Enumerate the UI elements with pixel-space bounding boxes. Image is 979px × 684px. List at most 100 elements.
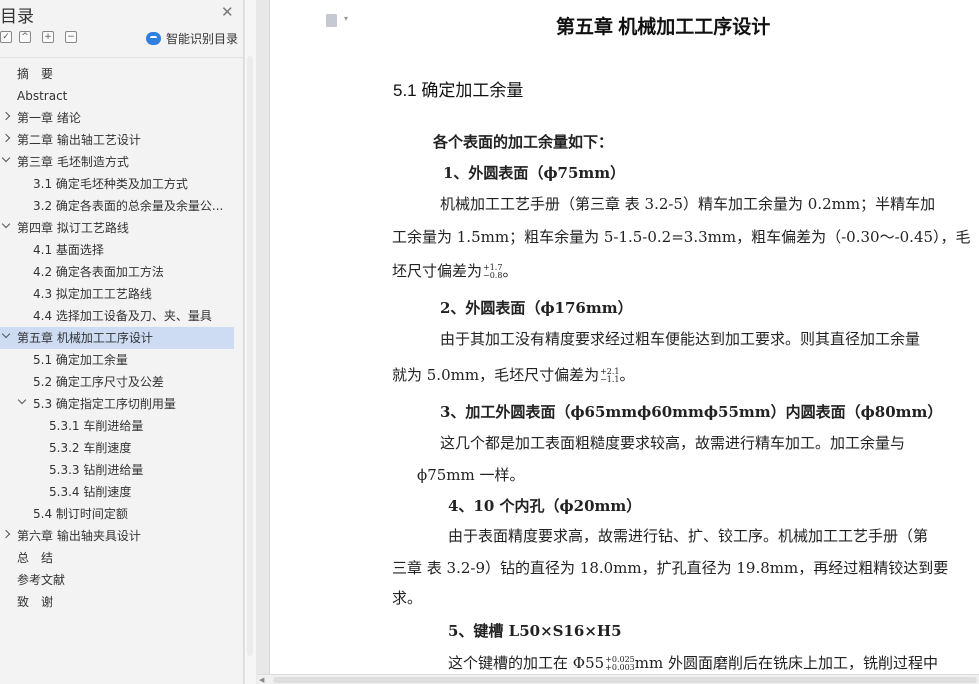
smart-toc-label: 智能识别目录 <box>166 32 239 46</box>
toc-item[interactable]: 5.3.1 车削进给量 <box>0 415 234 437</box>
intro-text: 各个表面的加工余量如下： <box>433 133 614 151</box>
document-area: ▾ 第五章 机械加工工序设计 5.1 确定加工余量 各个表面的加工余量如下： 1… <box>257 0 979 676</box>
tolerance: +2.1 −1.1 <box>600 368 619 384</box>
chevron-right-icon[interactable] <box>1 529 11 539</box>
toc-item[interactable]: 第二章 输出轴工艺设计 <box>0 129 234 151</box>
toc-item[interactable]: 第一章 绪论 <box>0 107 234 129</box>
chevron-down-icon[interactable] <box>1 153 11 163</box>
paragraph-line: 三章 表 3.2-9）钻的直径为 18.0mm，扩孔直径为 19.8mm，再经过… <box>392 559 949 577</box>
toc-item[interactable]: 第三章 毛坯制造方式 <box>0 151 234 173</box>
toc-item[interactable]: 第六章 输出轴夹具设计 <box>0 525 234 547</box>
tolerance: +0.025 +0.003 <box>605 656 635 672</box>
toc-item[interactable]: 5.3.4 钻削速度 <box>0 481 234 503</box>
cloud-icon <box>146 32 161 45</box>
toc-item[interactable]: 致 谢 <box>0 591 234 613</box>
paragraph-line: 工余量为 1.5mm；粗车余量为 5-1.5-0.2=3.3mm，粗车偏差为（-… <box>392 228 971 246</box>
chevron-down-icon[interactable] <box>1 219 11 229</box>
toc-item[interactable]: 5.3.3 钻削进给量 <box>0 459 234 481</box>
paragraph-text: 。 <box>502 262 518 280</box>
toc-item-label: 5.3.2 车削速度 <box>49 441 132 455</box>
toc-item[interactable]: 4.3 拟定加工工艺路线 <box>0 283 234 305</box>
heading-1: 1、外圆表面（ϕ75mm） <box>443 164 626 182</box>
toc-item-label: 第一章 绪论 <box>17 111 81 125</box>
paragraph-text: 就为 5.0mm，毛坯尺寸偏差为 <box>392 366 600 384</box>
toc-item[interactable]: 4.1 基面选择 <box>0 239 234 261</box>
add-icon[interactable]: + <box>42 31 54 43</box>
tolerance-lower: −0.8 <box>483 271 503 280</box>
check-icon[interactable]: ✓ <box>0 31 12 43</box>
remove-icon[interactable]: − <box>65 31 77 43</box>
toc-item-label: 5.4 制订时间定额 <box>33 507 128 521</box>
paragraph-line: 就为 5.0mm，毛坯尺寸偏差为 +2.1 −1.1。 <box>392 364 635 385</box>
paragraph-text: 这个键槽的加工在 Φ55 <box>448 654 605 672</box>
chevron-down-icon[interactable] <box>1 329 11 339</box>
toc-item-label: 5.2 确定工序尺寸及公差 <box>33 375 164 389</box>
document-page[interactable]: ▾ 第五章 机械加工工序设计 5.1 确定加工余量 各个表面的加工余量如下： 1… <box>269 0 979 676</box>
paragraph-text: mm 外圆面磨削后在铣床上加工，铣削过程中 <box>634 654 938 672</box>
toc-item-label: 第二章 输出轴工艺设计 <box>17 133 141 147</box>
sidebar-scrollbar[interactable] <box>244 0 256 684</box>
toc-item-label: 5.3 确定指定工序切削用量 <box>33 397 176 411</box>
tolerance-lower: +0.003 <box>605 663 635 672</box>
toc-item[interactable]: 摘 要 <box>0 63 234 85</box>
toc-item-label: 3.2 确定各表面的总余量及余量公... <box>33 199 224 213</box>
sidebar-title: 目录 <box>0 7 34 27</box>
smart-toc-button[interactable]: 智能识别目录 <box>146 30 238 47</box>
document-icon[interactable] <box>326 14 337 27</box>
toc-item[interactable]: 4.4 选择加工设备及刀、夹、量具 <box>0 305 234 327</box>
heading-3: 3、加工外圆表面（ϕ65mmϕ60mmϕ55mm）内圆表面（ϕ80mm） <box>440 403 943 421</box>
scroll-left-icon[interactable]: ◀ <box>259 676 264 684</box>
toc-sidebar: 目录 ✕ ✓ ^ + − 智能识别目录 摘 要 Abstract 第一章 绪论第二章… <box>0 0 244 684</box>
toc-item-label: 4.2 确定各表面加工方法 <box>33 265 164 279</box>
paragraph-line: 求。 <box>392 589 423 607</box>
toc-item-label: 第五章 机械加工工序设计 <box>17 331 153 345</box>
toc-item-label: 5.3.3 钻削进给量 <box>49 463 144 477</box>
paragraph-line: ϕ75mm 一样。 <box>417 466 525 484</box>
toc-item[interactable]: 第五章 机械加工工序设计 <box>0 327 234 349</box>
toc-item-label: 5.1 确定加工余量 <box>33 353 128 367</box>
chevron-right-icon[interactable] <box>1 111 11 121</box>
toc-item-label: 5.3.4 钻削速度 <box>49 485 132 499</box>
heading-5: 5、键槽 L50×S16×H5 <box>448 622 622 640</box>
collapse-icon[interactable]: ^ <box>19 31 31 43</box>
chevron-down-icon[interactable] <box>17 395 27 405</box>
toc-item-label: 参考文献 <box>17 573 66 587</box>
paragraph-line: 由于其加工没有精度要求经过粗车便能达到加工要求。则其直径加工余量 <box>440 330 921 348</box>
heading-4: 4、10 个内孔（ϕ20mm） <box>448 497 642 515</box>
toc-item-label: 5.3.1 车削进给量 <box>49 419 144 433</box>
heading-2: 2、外圆表面（ϕ176mm） <box>440 299 633 317</box>
paragraph-text: 。 <box>619 366 635 384</box>
toc-item[interactable]: 3.1 确定毛坯种类及加工方式 <box>0 173 234 195</box>
toc-item-label: 第四章 拟订工艺路线 <box>17 221 129 235</box>
toc-item[interactable]: 参考文献 <box>0 569 234 591</box>
chevron-down-icon[interactable]: ▾ <box>344 14 348 23</box>
toc-item[interactable]: 第四章 拟订工艺路线 <box>0 217 234 239</box>
toc-item[interactable]: 总 结 <box>0 547 234 569</box>
toc-item-label: 4.4 选择加工设备及刀、夹、量具 <box>33 309 212 323</box>
toc-item-label: 4.3 拟定加工工艺路线 <box>33 287 152 301</box>
toc-item[interactable]: 5.2 确定工序尺寸及公差 <box>0 371 234 393</box>
sidebar-divider <box>0 57 243 58</box>
chevron-right-icon[interactable] <box>1 133 11 143</box>
toc-item[interactable]: 5.3 确定指定工序切削用量 <box>0 393 234 415</box>
close-icon[interactable]: ✕ <box>221 3 234 21</box>
toc-item[interactable]: Abstract <box>0 85 234 107</box>
sidebar-scroll-thumb[interactable] <box>247 56 253 656</box>
horizontal-scrollbar[interactable]: ◀ <box>257 674 979 684</box>
paragraph-line: 这个键槽的加工在 Φ55 +0.025 +0.003 mm 外圆面磨削后在铣床上加工，… <box>448 652 938 673</box>
toc-item[interactable]: 5.4 制订时间定额 <box>0 503 234 525</box>
paragraph-line: 由于表面精度要求高，故需进行钻、扩、铰工序。机械加工工艺手册（第 <box>448 527 929 545</box>
section-title: 5.1 确定加工余量 <box>393 81 524 100</box>
horizontal-scroll-thumb[interactable] <box>273 677 977 683</box>
paragraph-text: 坯尺寸偏差为 <box>392 262 483 280</box>
toc-item[interactable]: 3.2 确定各表面的总余量及余量公... <box>0 195 234 217</box>
toc-item[interactable]: 5.1 确定加工余量 <box>0 349 234 371</box>
toc-item-label: 总 结 <box>17 551 54 565</box>
toc-item-label: 第三章 毛坯制造方式 <box>17 155 129 169</box>
toc-item-label: Abstract <box>17 89 68 103</box>
toc-item[interactable]: 5.3.2 车削速度 <box>0 437 234 459</box>
paragraph-line: 机械加工工艺手册（第三章 表 3.2-5）精车加工余量为 0.2mm；半精车加 <box>440 195 936 213</box>
toc-item[interactable]: 4.2 确定各表面加工方法 <box>0 261 234 283</box>
tolerance-lower: −1.1 <box>600 375 620 384</box>
toc-item-label: 4.1 基面选择 <box>33 243 104 257</box>
